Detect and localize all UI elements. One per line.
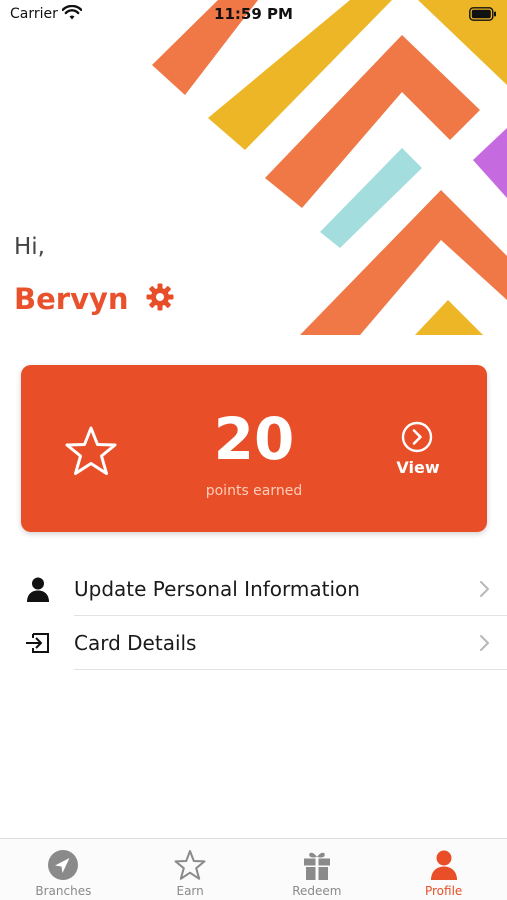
tab-redeem[interactable]: Redeem (254, 839, 381, 900)
menu-item-label: Update Personal Information (74, 577, 360, 601)
tab-label: Branches (35, 884, 92, 898)
decorative-banner (152, 0, 507, 335)
profile-menu: Update Personal Information Card Details (0, 562, 507, 670)
menu-item-label: Card Details (74, 631, 197, 655)
gift-icon (303, 852, 330, 880)
battery-icon (469, 7, 496, 21)
tab-branches[interactable]: Branches (0, 839, 127, 900)
tab-earn[interactable]: Earn (127, 839, 254, 900)
menu-item-card-details[interactable]: Card Details (0, 616, 507, 670)
tab-label: Earn (176, 884, 204, 898)
tab-label: Profile (424, 884, 463, 898)
chevron-right-icon (480, 635, 489, 651)
points-label: points earned (205, 483, 303, 499)
sign-in-icon (26, 633, 49, 653)
divider (74, 669, 507, 670)
view-label: View (396, 458, 440, 477)
menu-item-update-personal-information[interactable]: Update Personal Information (0, 562, 507, 616)
status-bar: Carrier 11:59 PM (0, 0, 507, 30)
tab-bar: Branches Earn Redeem Profile (0, 838, 507, 900)
person-icon (430, 850, 457, 880)
user-name: Bervyn (14, 282, 129, 316)
chevron-right-circle-icon (401, 421, 433, 453)
navigation-icon (48, 850, 79, 880)
gear-icon[interactable] (145, 282, 175, 312)
tab-label: Redeem (292, 884, 342, 898)
chevron-right-icon (480, 581, 489, 597)
star-icon (174, 850, 206, 880)
view-points-button[interactable]: View (393, 421, 443, 479)
greeting-text: Hi, (14, 234, 45, 260)
status-time: 11:59 PM (214, 5, 293, 23)
tab-profile[interactable]: Profile (380, 839, 507, 900)
person-icon (27, 577, 49, 602)
points-card[interactable]: 20 points earned View (21, 365, 487, 532)
